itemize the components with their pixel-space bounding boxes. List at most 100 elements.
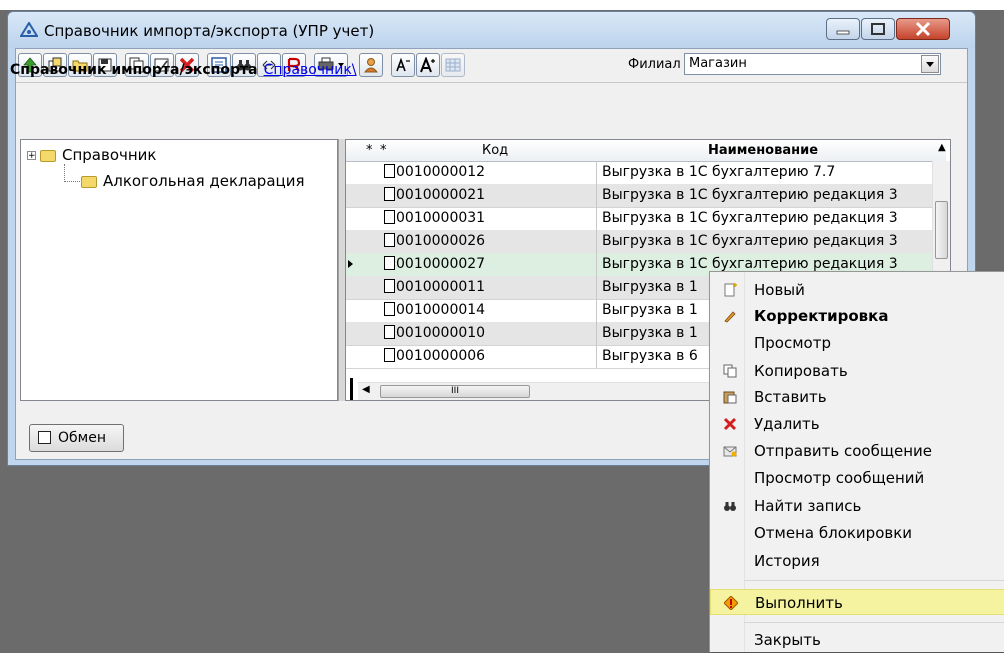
font-increase-icon (420, 57, 435, 73)
menu-item[interactable]: Корректировка (710, 303, 1004, 329)
exchange-button[interactable]: Обмен (29, 424, 124, 452)
toolbar-divider (16, 82, 967, 83)
menu-item-label: Просмотр сообщений (754, 469, 925, 487)
menu-item-label: История (754, 552, 820, 570)
copy-icon (723, 364, 737, 378)
pencil-icon (723, 309, 737, 323)
table-row[interactable]: 0010000012 Выгрузка в 1С бухгалтерию 7.7 (346, 161, 936, 185)
current-row-marker-icon (348, 260, 353, 268)
table-row[interactable]: 0010000031 Выгрузка в 1С бухгалтерию реда… (346, 207, 936, 231)
column-header-marker-2[interactable]: * (380, 143, 387, 158)
vertical-scroll-thumb[interactable] (935, 201, 948, 259)
cell-divider (596, 345, 597, 368)
folder-icon (81, 175, 97, 188)
cell-code: 0010000026 (396, 233, 486, 249)
menu-item[interactable]: История (710, 548, 1004, 574)
filial-select[interactable]: Магазин (684, 53, 941, 75)
column-header-code[interactable]: Код (482, 143, 508, 158)
menu-item[interactable]: Отправить сообщение (710, 438, 1004, 464)
cell-name: Выгрузка в 1С бухгалтерию 7.7 (602, 164, 836, 180)
tree-connector (64, 164, 66, 182)
table-row[interactable]: 0010000026 Выгрузка в 1С бухгалтерию реда… (346, 230, 936, 254)
document-icon (384, 325, 395, 339)
close-icon (915, 21, 931, 37)
cell-divider (596, 207, 597, 230)
menu-item-label: Удалить (754, 415, 820, 433)
menu-item[interactable]: Просмотр сообщений (710, 465, 1004, 491)
menu-item[interactable]: Просмотр (710, 330, 1004, 356)
tree-node-root-label: Справочник (62, 146, 157, 164)
expand-icon[interactable]: + (27, 151, 36, 161)
menu-item-label: Отправить сообщение (754, 442, 932, 460)
title-bar[interactable]: Справочник импорта/экспорта (УПР учет) (8, 12, 975, 48)
menu-item-label: Найти запись (754, 497, 862, 515)
horizontal-scroll-thumb[interactable]: III (380, 385, 530, 398)
user-icon (363, 58, 379, 73)
execute-icon (723, 595, 739, 611)
panel-splitter[interactable] (338, 139, 345, 401)
cell-divider (596, 322, 597, 345)
menu-separator (744, 580, 1004, 581)
paste-icon (723, 390, 737, 404)
menu-item[interactable]: Удалить (710, 411, 1004, 437)
user-button[interactable] (359, 53, 383, 77)
scroll-grip: III (451, 386, 459, 396)
cell-divider (596, 230, 597, 253)
table-row[interactable]: 0010000021 Выгрузка в 1С бухгалтерию реда… (346, 184, 936, 208)
cell-name: Выгрузка в 1С бухгалтерию редакция 3 (602, 210, 898, 226)
new-icon (723, 283, 737, 297)
font-decrease-icon (396, 57, 410, 72)
column-header-name[interactable]: Наименование (708, 143, 818, 158)
column-header-marker-1[interactable]: * (366, 143, 373, 158)
document-icon (384, 233, 395, 247)
cell-code: 0010000021 (396, 187, 486, 203)
cell-divider (596, 184, 597, 207)
minimize-icon (836, 30, 850, 35)
menu-item[interactable]: Новый (710, 277, 1004, 303)
menu-item-label: Корректировка (754, 307, 889, 325)
chevron-down-icon[interactable] (921, 55, 939, 73)
cell-code: 0010000027 (396, 256, 486, 272)
maximize-button[interactable] (861, 18, 895, 40)
breadcrumb-link[interactable]: Справочник\ (264, 62, 357, 78)
exchange-icon (38, 431, 51, 444)
filial-value: Магазин (689, 56, 747, 71)
grid-button[interactable] (441, 53, 465, 77)
font-decrease-button[interactable] (391, 53, 415, 77)
cell-code: 0010000014 (396, 302, 486, 318)
scroll-up-icon[interactable]: ▲ (938, 142, 946, 153)
cell-name: Выгрузка в 1 (602, 302, 698, 318)
minimize-button[interactable] (826, 18, 860, 40)
tree-node-child[interactable]: Алкогольная декларация (81, 172, 305, 190)
window-title: Справочник импорта/экспорта (УПР учет) (44, 22, 375, 40)
menu-item-label: Копировать (754, 362, 848, 380)
menu-item[interactable]: Отмена блокировки (710, 520, 1004, 546)
close-button[interactable] (896, 18, 950, 40)
cell-code: 0010000011 (396, 279, 486, 295)
cell-name: Выгрузка в 1С бухгалтерию редакция 3 (602, 187, 898, 203)
cell-code: 0010000010 (396, 325, 486, 341)
font-increase-button[interactable] (416, 53, 440, 77)
breadcrumb: Справочник импорта/экспорта Справочник\ (10, 62, 357, 78)
delete-icon (723, 417, 737, 431)
folder-icon (40, 149, 56, 162)
document-icon (384, 256, 395, 270)
scroll-left-icon[interactable]: ◀ (362, 384, 370, 395)
tree-node-root[interactable]: + Справочник (27, 146, 157, 164)
menu-item-label: Просмотр (754, 334, 831, 352)
menu-item-label: Закрыть (754, 631, 821, 649)
grid-header: * * Код Наименование ▲ (346, 140, 946, 162)
menu-item[interactable]: Копировать (710, 358, 1004, 384)
binoculars-icon (723, 499, 737, 513)
cell-divider (596, 253, 597, 276)
tree-connector (64, 181, 80, 183)
menu-item[interactable]: Вставить (710, 384, 1004, 410)
app-icon (20, 22, 38, 37)
desktop-top-strip (0, 0, 1004, 10)
menu-item[interactable]: Выполнить (710, 589, 1004, 615)
menu-item[interactable]: Закрыть (710, 627, 1004, 653)
cell-code: 0010000006 (396, 348, 486, 364)
tree-node-child-label: Алкогольная декларация (103, 172, 305, 190)
menu-item[interactable]: Найти запись (710, 493, 1004, 519)
tree-panel: + Справочник Алкогольная декларация (20, 139, 338, 401)
